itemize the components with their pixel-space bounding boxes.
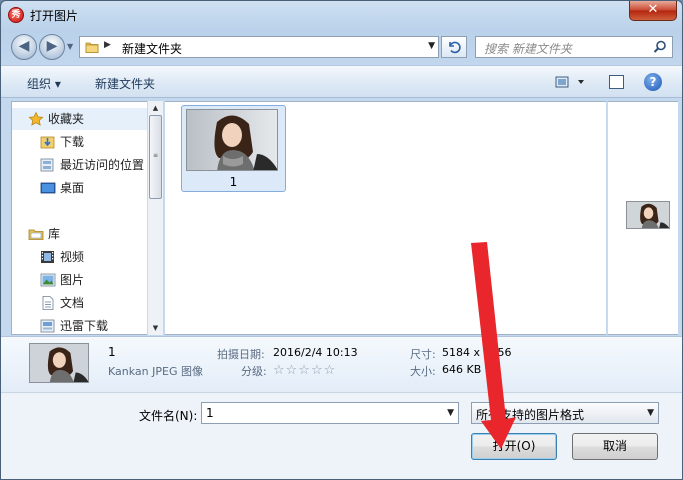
nav-item-label: 库 [48,227,61,241]
breadcrumb-current-folder[interactable]: 新建文件夹 [122,40,182,57]
preview-image [626,201,670,229]
address-bar[interactable]: ▶ 新建文件夹 ▼ [79,36,439,58]
nav-item-label: 桌面 [60,181,85,195]
nav-item-label: 迅雷下载 [60,319,109,333]
portrait-photo-icon [627,202,669,228]
close-button[interactable]: ✕ [629,1,677,21]
nav-pane-scrollbar[interactable]: ▲ ≡ ▼ [147,101,163,335]
filetype-dropdown-icon[interactable]: ▼ [647,408,654,418]
file-item[interactable]: 1 [181,105,286,192]
filename-dropdown-icon[interactable]: ▼ [447,408,454,418]
filetype-value[interactable]: 所有支持的图片格式 [476,406,636,423]
dialog-title: 打开图片 [30,9,79,23]
date-taken-value: 2016/2/4 10:13 [273,346,358,359]
filename-value[interactable]: 1 [206,406,214,420]
dimensions-value: 5184 x 3456 [442,346,512,359]
refresh-icon [449,41,461,54]
open-image-dialog: 秀 打开图片 ✕ ◀ ▶ ▼ ▶ 新建文件夹 ▼ 搜索 新建文件夹 组织 ▾ 新… [0,0,683,480]
preview-pane-toggle-icon[interactable] [609,75,624,89]
nav-item-label: 视频 [60,250,85,264]
details-thumbnail [29,343,89,383]
date-taken-label: 拍摄日期: [217,348,265,361]
folder-icon [85,42,99,53]
nav-item-label: 最近访问的位置 [60,158,145,172]
rating-label: 分级: [241,365,267,378]
portrait-photo-icon [187,110,277,170]
back-button[interactable]: ◀ [11,34,37,60]
open-button[interactable]: 打开(O) [471,433,557,460]
details-file-name: 1 [108,345,116,359]
help-icon[interactable]: ? [644,73,662,91]
documents-library-icon [42,296,54,310]
filetype-select[interactable]: 所有支持的图片格式 ▼ [471,402,659,424]
title-bar: 秀 打开图片 ✕ [1,1,682,29]
cancel-button[interactable]: 取消 [572,433,658,460]
app-logo-icon: 秀 [8,7,24,23]
file-list-view: 1 [165,101,606,335]
refresh-button[interactable] [441,36,467,58]
search-icon[interactable] [653,40,667,54]
address-history-dropdown-icon[interactable]: ▼ [428,41,435,51]
portrait-photo-icon [30,344,88,382]
details-pane: 1 Kankan JPEG 图像 拍摄日期: 2016/2/4 10:13 分级… [1,336,682,392]
recent-places-icon [40,158,54,172]
photo-thumbnail [186,109,278,171]
download-folder-icon [40,136,55,149]
nav-item-label: 文档 [60,296,85,310]
size-label: 大小: [410,365,436,378]
dialog-footer: 文件名(N): 1 ▼ 所有支持的图片格式 ▼ 打开(O) 取消 [1,392,682,479]
nav-item-label: 下载 [60,135,85,149]
new-folder-button[interactable]: 新建文件夹 [95,75,155,92]
library-icon [28,229,44,240]
scroll-down-arrow-icon[interactable]: ▼ [148,321,163,335]
filename-label: 文件名(N): [139,409,198,423]
change-view-icon[interactable] [555,75,585,89]
video-library-icon [41,251,54,263]
filename-input[interactable]: 1 ▼ [201,402,459,424]
navigation-pane: 收藏夹 下载 最近访问的位置 桌面 库 视频 图片 文档 迅雷下载 [11,101,163,335]
star-icon [28,112,44,126]
search-box[interactable]: 搜索 新建文件夹 [475,36,673,58]
breadcrumb-separator-icon[interactable]: ▶ [104,40,111,50]
nav-item-label: 收藏夹 [48,112,85,126]
thunder-download-icon [40,319,55,333]
rating-stars[interactable]: ☆☆☆☆☆ [273,363,336,378]
nav-item-label: 图片 [60,273,85,287]
search-placeholder[interactable]: 搜索 新建文件夹 [484,40,572,57]
command-toolbar: 组织 ▾ 新建文件夹 ? [1,65,682,98]
dimensions-label: 尺寸: [410,348,436,361]
scrollbar-grip-icon: ≡ [153,152,159,159]
organize-menu[interactable]: 组织 ▾ [27,75,61,92]
scrollbar-thumb[interactable]: ≡ [149,115,162,199]
preview-pane [607,101,678,335]
scroll-up-arrow-icon[interactable]: ▲ [148,101,163,115]
recent-pages-dropdown-icon[interactable]: ▼ [67,42,73,51]
size-value: 646 KB [442,363,482,376]
pictures-library-icon [40,273,56,287]
file-name: 1 [229,175,238,189]
forward-button[interactable]: ▶ [39,34,65,60]
desktop-icon [40,182,56,194]
details-file-type: Kankan JPEG 图像 [108,365,203,378]
